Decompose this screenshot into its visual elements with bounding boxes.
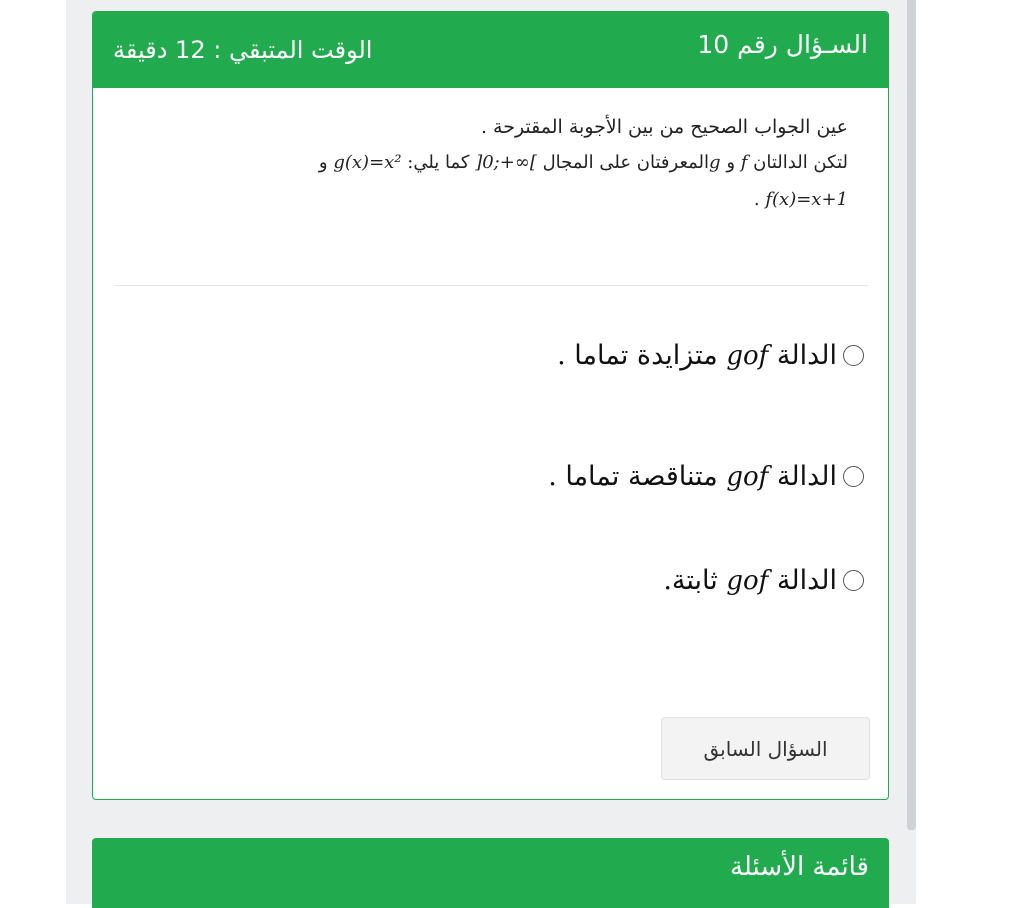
radio-button[interactable] xyxy=(843,569,864,591)
question-number: السـؤال رقم 10 xyxy=(697,30,868,59)
questions-list-card: قائمة الأسئلة xyxy=(92,838,889,908)
left-margin xyxy=(0,0,66,904)
f-definition: f(x)=x+1 xyxy=(765,189,848,210)
question-card: السـؤال رقم 10 الوقت المتبقي : 12 دقيقة … xyxy=(92,11,889,800)
question-card-header: السـؤال رقم 10 الوقت المتبقي : 12 دقيقة xyxy=(93,12,888,88)
question-line-2: لتكن الدالتان f و gالمعرفتان على المجال … xyxy=(318,152,848,173)
g-definition: g(x)=x² xyxy=(333,152,402,173)
answer-option-1[interactable]: الدالة gof متزايدة تماما . xyxy=(557,335,864,375)
previous-question-button[interactable]: السؤال السابق xyxy=(661,717,870,780)
questions-list-title: قائمة الأسئلة xyxy=(729,852,869,882)
interval: ]0;+∞[ xyxy=(475,152,537,173)
question-line-3: f(x)=x+1 . xyxy=(753,189,848,210)
scrollbar[interactable] xyxy=(907,0,916,830)
f-symbol: f xyxy=(740,152,748,173)
instruction-text: عين الجواب الصحيح من بين الأجوبة المقترح… xyxy=(480,116,848,138)
radio-button[interactable] xyxy=(843,344,864,366)
answer-option-3[interactable]: الدالة gof ثابتة. xyxy=(663,560,864,600)
question-prompt: عين الجواب الصحيح من بين الأجوبة المقترح… xyxy=(319,116,848,210)
answer-option-2[interactable]: الدالة gof متناقصة تماما . xyxy=(548,456,864,496)
divider xyxy=(115,285,868,286)
time-remaining: الوقت المتبقي : 12 دقيقة xyxy=(113,36,373,64)
radio-button[interactable] xyxy=(843,465,864,487)
g-symbol: g xyxy=(709,152,721,173)
